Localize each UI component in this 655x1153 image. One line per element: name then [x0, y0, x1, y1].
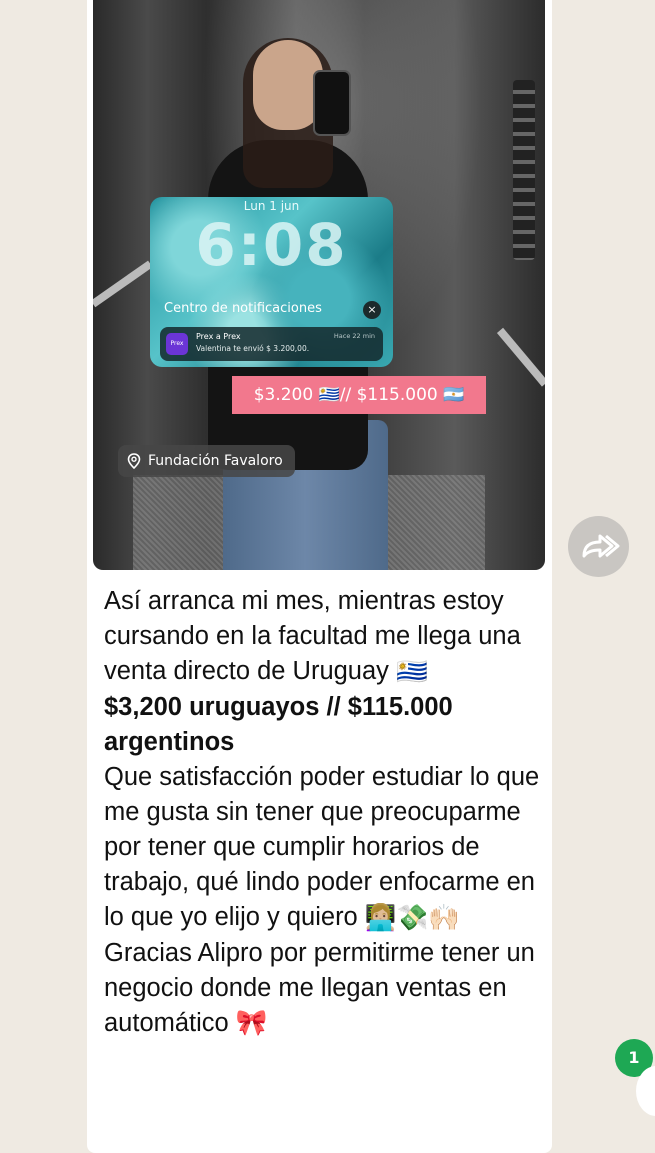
close-icon: × [363, 301, 381, 319]
message-amount: $3,200 uruguayos // $115.000 argentinos [104, 692, 453, 756]
forward-button[interactable] [568, 516, 629, 577]
notification-title: Prex a Prex [196, 332, 241, 341]
location-pin-icon [127, 453, 141, 469]
message-line-2: Que satisfacción poder estudiar lo que m… [104, 762, 540, 931]
message-line-3: Gracias Alipro por permitirme tener un n… [104, 938, 535, 1037]
message-paragraph-2: Que satisfacción poder estudiar lo que m… [104, 760, 544, 936]
notification-center-label: Centro de notificaciones [164, 301, 322, 316]
prex-app-icon: Prex [166, 333, 188, 355]
elevator-button-panel [513, 80, 535, 260]
emoji-group: 👩🏼‍💻💸🙌🏻 [364, 903, 461, 932]
elevator-handrail-left [93, 260, 153, 308]
notification-time: Hace 22 min [333, 332, 375, 340]
lockscreen-overlay: Lun 1 jun 6:08 Centro de notificaciones … [150, 197, 393, 367]
elevator-handrail-right [496, 327, 545, 387]
ribbon-emoji: 🎀 [235, 1009, 268, 1038]
message-text: Así arranca mi mes, mientras estoy cursa… [104, 584, 544, 1041]
phone-in-hand [313, 70, 351, 136]
notification-body: Valentina te envió $ 3.200,00. [196, 344, 310, 353]
message-paragraph-1: Así arranca mi mes, mientras estoy cursa… [104, 584, 544, 690]
notification-card: Prex Prex a Prex Valentina te envió $ 3.… [160, 327, 383, 361]
message-line-1: Así arranca mi mes, mientras estoy cursa… [104, 587, 521, 685]
message-paragraph-3: Gracias Alipro por permitirme tener un n… [104, 936, 544, 1042]
location-label: Fundación Favaloro [148, 453, 283, 469]
forward-icon [582, 534, 620, 558]
location-tag: Fundación Favaloro [118, 445, 295, 477]
amount-overlay: $3.200 🇺🇾// $115.000 🇦🇷 [232, 376, 486, 414]
lockscreen-time: 6:08 [195, 211, 348, 279]
uruguay-flag-emoji: 🇺🇾 [396, 657, 428, 686]
